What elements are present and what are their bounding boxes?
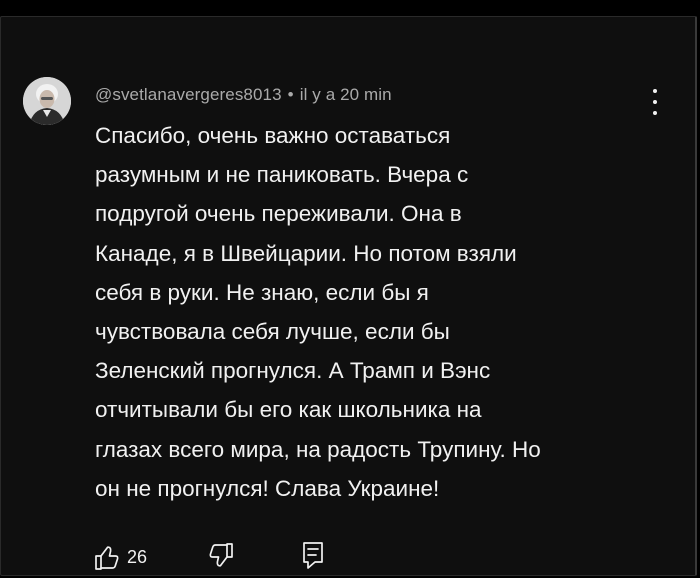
comment-line: он не прогнулся! Слава Украине! [95,475,440,501]
thumbs-down-icon[interactable] [207,541,235,569]
meta-separator: • [287,85,294,104]
thumbs-up-icon[interactable] [93,544,121,572]
reply-icon[interactable] [299,540,327,570]
comment-line: Спасибо, очень важно оставаться [95,123,451,148]
comment-line: Канаде, я в Швейцарии. Но потом взяли [95,240,517,266]
comment-line: отчитывали бы его как школьника на [95,397,482,423]
comment-line: себя в руки. Не знаю, если бы я [95,279,429,305]
comment-line: глазах всего мира, на радость Трупину. Н… [95,436,541,462]
comment-timestamp[interactable]: il y a 20 min [300,85,392,104]
comment-line: Зеленский прогнулся. А Трамп и Вэнс [95,358,491,384]
comment-card: @svetlanavergeres8013 • il y a 20 min Спас… [0,16,697,576]
comment-line: чувствовала себя лучше, если бы [95,319,450,345]
comment-meta: @svetlanavergeres8013 • il y a 20 min [95,85,392,105]
comment-line: подругой очень переживали. Она в [95,201,462,227]
like-count: 26 [127,547,148,567]
comment-line: разумным и не паниковать. Вчера с [95,162,469,188]
more-vertical-icon[interactable] [647,89,663,115]
author-name[interactable]: @svetlanavergeres8013 [95,85,282,104]
comment-text: Спасибо, очень важно оставаться разумным… [95,116,655,508]
avatar[interactable] [23,77,71,125]
